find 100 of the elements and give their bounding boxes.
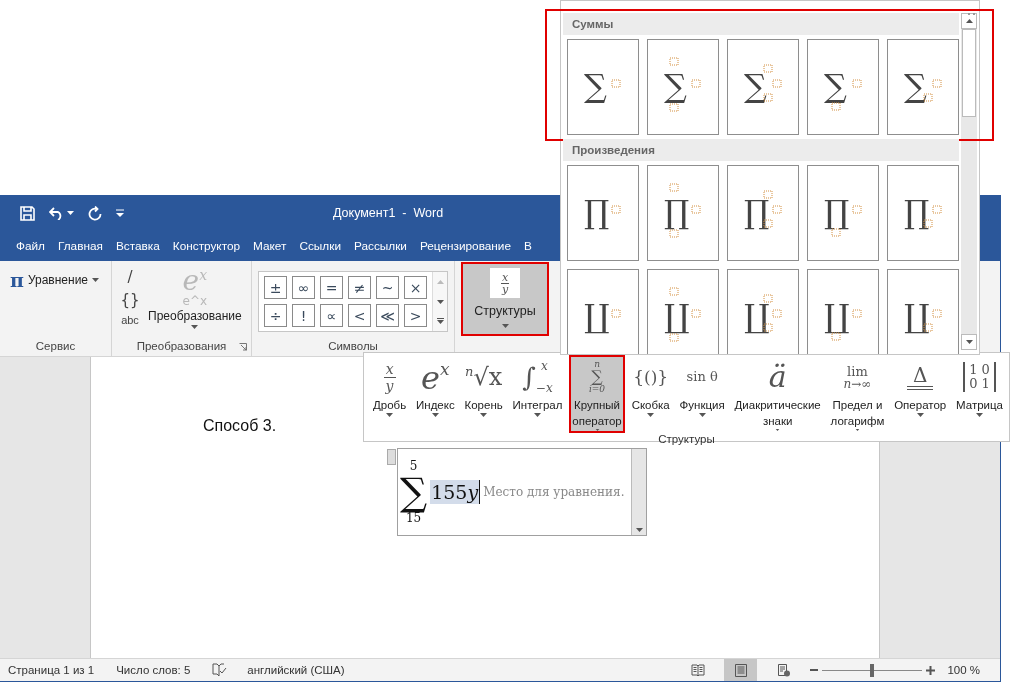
redo-button[interactable] xyxy=(88,205,102,221)
proofing-icon[interactable] xyxy=(212,663,228,677)
equation-body: 155y xyxy=(430,480,481,504)
ribbon-tab[interactable]: Макет xyxy=(253,239,287,253)
ribbon-tab[interactable]: Рассылки xyxy=(353,239,407,253)
operator-symbol: ∏ xyxy=(824,193,850,231)
gallery-tile[interactable]: ∐ xyxy=(887,269,959,354)
structure-button[interactable]: ä Диакритические знаки xyxy=(731,355,824,433)
placeholder-boxes-icon xyxy=(611,309,621,318)
symbol-button[interactable]: ÷ xyxy=(264,304,287,327)
equation-handle[interactable] xyxy=(387,449,396,465)
structure-glyph-icon: {()} xyxy=(633,369,669,385)
equation-field[interactable]: 5 ∑ 15 155y Место для уравнения. xyxy=(397,448,647,536)
caret-icon xyxy=(534,413,541,417)
scrollbar[interactable] xyxy=(961,13,977,350)
scroll-up-button[interactable] xyxy=(961,13,977,29)
structure-button[interactable]: Δ Оператор xyxy=(891,355,950,433)
symbol-button[interactable]: ∝ xyxy=(320,304,343,327)
ribbon-tab[interactable]: Главная xyxy=(58,239,103,253)
structure-glyph-icon: lim n→∞ xyxy=(843,364,872,390)
scroll-thumb[interactable] xyxy=(962,29,976,117)
word-count[interactable]: Число слов: 5 xyxy=(116,664,191,676)
dialog-launcher-icon[interactable] xyxy=(239,343,247,351)
placeholder-boxes-icon xyxy=(611,79,621,88)
structures-button[interactable]: x y Структуры xyxy=(461,262,549,336)
ribbon-tab[interactable]: Вставка xyxy=(115,239,160,253)
format-button[interactable]: / xyxy=(125,269,135,286)
gallery-tile[interactable]: ∑ xyxy=(807,39,879,135)
caret-icon xyxy=(635,528,643,532)
zoom-level[interactable]: 100 % xyxy=(947,664,980,676)
operator-symbol: ∑ xyxy=(744,67,767,105)
structure-glyph-icon: n ∑ i=0 xyxy=(588,360,606,394)
gallery-tile[interactable]: ∏ xyxy=(567,165,639,261)
gallery-tile[interactable]: ∐ xyxy=(727,269,799,354)
symbol-button[interactable]: ∞ xyxy=(292,276,315,299)
structure-glyph-icon: ä xyxy=(768,362,787,392)
gallery-tile[interactable]: ∏ xyxy=(647,165,719,261)
equation-placeholder: Место для уравнения. xyxy=(483,485,625,499)
structure-button[interactable]: $^{n}$√x Корень xyxy=(461,355,506,433)
gallery-tile[interactable]: ∐ xyxy=(647,269,719,354)
structure-button[interactable]: {()} Скобка xyxy=(628,355,673,433)
section-header: Суммы xyxy=(563,13,959,35)
ribbon-tab[interactable]: Файл xyxy=(16,239,45,253)
operator-symbol: ∏ xyxy=(584,193,610,231)
structure-button[interactable]: lim n→∞ Предел и логарифм xyxy=(827,355,888,433)
undo-button[interactable] xyxy=(49,206,74,220)
gallery-tile[interactable]: ∐ xyxy=(807,269,879,354)
symbol-button[interactable]: × xyxy=(404,276,427,299)
symbol-button[interactable]: ≪ xyxy=(376,304,399,327)
structure-button[interactable]: sin θ Функция xyxy=(676,355,728,433)
format-button[interactable]: abc xyxy=(119,314,141,327)
gallery-tile[interactable]: ∑ xyxy=(887,39,959,135)
ribbon-tab[interactable]: В xyxy=(524,239,532,253)
language-indicator[interactable]: английский (США) xyxy=(247,664,345,676)
placeholder-boxes-icon xyxy=(611,205,621,214)
caret-icon xyxy=(386,413,394,417)
web-page-icon xyxy=(776,663,791,677)
gallery-tile[interactable]: ∏ xyxy=(887,165,959,261)
operator-symbol: ∑ xyxy=(824,67,847,105)
caret-icon xyxy=(976,413,983,417)
caret-icon xyxy=(698,413,706,417)
gallery-tile[interactable]: ∑ xyxy=(647,39,719,135)
gallery-tile[interactable]: ∏ xyxy=(807,165,879,261)
caret-icon xyxy=(774,429,782,431)
structure-button[interactable]: 1 0 0 1 Матрица xyxy=(953,355,1006,433)
equation-button[interactable]: π Уравнение xyxy=(6,267,104,293)
save-button[interactable] xyxy=(20,205,35,221)
panel-title: Структуры xyxy=(658,433,715,445)
format-button[interactable]: {} xyxy=(118,291,142,308)
symbol-button[interactable]: = xyxy=(320,276,343,299)
transform-glyph-icon: e$^{x}$ e^x xyxy=(182,267,208,307)
gallery-tile[interactable]: ∑ xyxy=(567,39,639,135)
gallery-tile[interactable]: ∐ xyxy=(567,269,639,354)
caret-icon xyxy=(92,278,100,282)
caret-icon xyxy=(593,429,601,431)
resize-grip-icon[interactable] xyxy=(968,13,975,16)
ribbon-tab[interactable]: Рецензирование xyxy=(419,239,511,253)
page-count[interactable]: Страница 1 из 1 xyxy=(8,664,95,676)
customize-button[interactable] xyxy=(116,209,124,217)
structure-button[interactable]: n ∑ i=0 Крупный оператор xyxy=(569,355,625,433)
scroll-down-button[interactable] xyxy=(961,334,977,350)
operator-symbol: ∐ xyxy=(664,297,690,335)
ribbon-tab[interactable]: Ссылки xyxy=(299,239,341,253)
structure-button[interactable]: e$^{x}$ Индекс xyxy=(413,355,458,433)
symbol-button[interactable]: ! xyxy=(292,304,315,327)
structure-button[interactable]: x y Дробь xyxy=(370,355,410,433)
gallery-tile[interactable]: ∑ xyxy=(727,39,799,135)
symbol-button[interactable]: ± xyxy=(264,276,287,299)
zoom-in-icon[interactable] xyxy=(926,665,936,675)
symbol-button[interactable]: < xyxy=(348,304,371,327)
view-button[interactable] xyxy=(724,659,758,681)
ribbon-tab[interactable]: Конструктор xyxy=(172,239,241,253)
zoom-thumb[interactable] xyxy=(870,663,875,677)
book-icon xyxy=(690,663,705,677)
symbol-button[interactable]: ≠ xyxy=(348,276,371,299)
symbol-button[interactable]: ~ xyxy=(376,276,399,299)
zoom-out-icon[interactable] xyxy=(810,666,819,674)
caret-icon xyxy=(67,211,74,215)
gallery-tile[interactable]: ∏ xyxy=(727,165,799,261)
symbol-button[interactable]: > xyxy=(404,304,427,327)
